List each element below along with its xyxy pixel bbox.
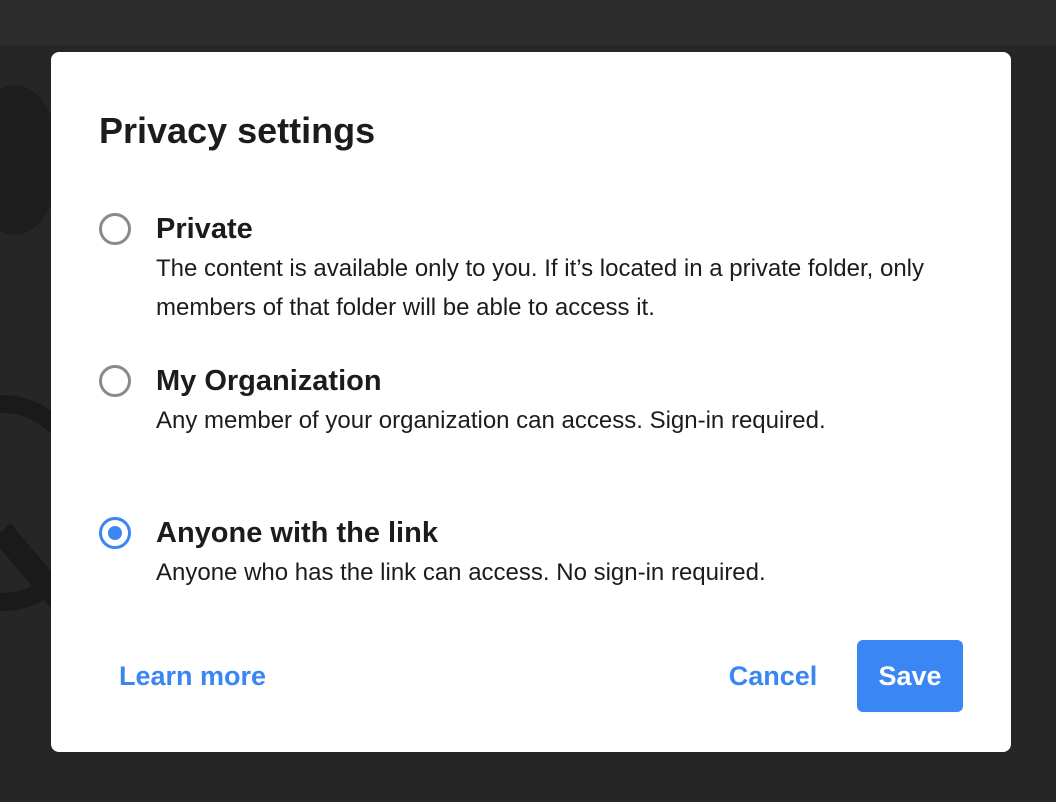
save-button[interactable]: Save (857, 640, 963, 712)
option-label: Anyone with the link (156, 517, 438, 549)
option-text: My Organization Any member of your organ… (156, 362, 956, 440)
dialog-title: Privacy settings (99, 110, 376, 151)
option-description: Anyone who has the link can access. No s… (156, 559, 766, 586)
privacy-settings-dialog: Privacy settings Private The content is … (51, 52, 1011, 752)
top-bar (0, 0, 1056, 45)
radio-button-private[interactable] (99, 213, 131, 245)
option-text: Anyone with the link Anyone who has the … (156, 514, 956, 592)
option-label: Private (156, 213, 253, 245)
learn-more-link[interactable]: Learn more (119, 658, 266, 694)
cancel-button[interactable]: Cancel (706, 640, 840, 712)
option-text: Private The content is available only to… (156, 210, 956, 327)
radio-button-anyone-with-link[interactable] (99, 517, 131, 549)
option-description: The content is available only to you. If… (156, 255, 924, 321)
option-description: Any member of your organization can acce… (156, 407, 826, 434)
option-label: My Organization (156, 365, 382, 397)
radio-button-my-organization[interactable] (99, 365, 131, 397)
radio-selected-dot (108, 526, 122, 540)
